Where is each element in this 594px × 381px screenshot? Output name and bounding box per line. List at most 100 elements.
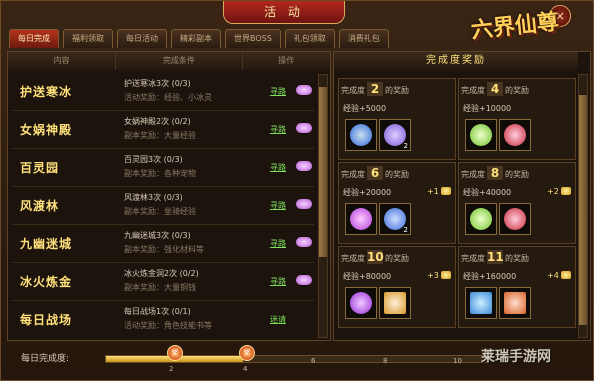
cloud-icon[interactable]: [296, 199, 312, 209]
header-action: 操作: [278, 56, 295, 65]
reward-card: 完成度 8 的奖励 经验+40000 +2: [458, 162, 576, 244]
reward-exp: 经验+10000: [463, 104, 512, 113]
reward-card-header: 完成度 6 的奖励: [341, 166, 453, 182]
tab-world-boss[interactable]: 世界BOSS: [225, 29, 281, 48]
progress-tick: 10: [453, 357, 462, 365]
red-potion-icon: [504, 124, 526, 146]
cloud-icon[interactable]: [296, 161, 312, 171]
tab-bar: 每日完成 福利领取 每日活动 精彩副本 世界BOSS 礼包领取 消费礼包: [9, 29, 389, 49]
reward-card-header: 完成度 10的奖励: [341, 250, 453, 266]
task-row: 冰火炼金 冰火炼金洞2次 (0/2) 副本奖励：大量铜钱 寻路: [12, 264, 314, 301]
task-row: 百灵园 百灵园3次 (0/3) 副本奖励：各种宠物 寻路: [12, 150, 314, 187]
reward-exp: 经验+5000: [343, 104, 387, 113]
task-condition: 每日战场1次 (0/1): [124, 307, 191, 316]
task-table-header: 内容 完成条件 操作: [8, 52, 330, 70]
reward-item-slot[interactable]: [465, 203, 497, 235]
task-reward: 副本奖励：强化材料等: [124, 245, 204, 254]
reward-card-header: 完成度 11的奖励: [461, 250, 573, 266]
reward-level: 8: [487, 166, 503, 180]
tab-daily-activity[interactable]: 每日活动: [117, 29, 167, 48]
pathfind-link[interactable]: 寻路: [270, 162, 286, 173]
task-row: 九幽迷城 九幽迷城3次 (0/3) 副本奖励：强化材料等 寻路: [12, 226, 314, 263]
reward-card: 完成度 4 的奖励 经验+10000: [458, 78, 576, 160]
gold-icon: [441, 271, 451, 279]
pathfind-link[interactable]: 寻路: [270, 238, 286, 249]
task-row: 女娲神殿 女娲神殿2次 (0/2) 副本奖励：大量经验 寻路: [12, 112, 314, 149]
task-reward: 活动奖励：角色技能书等: [124, 321, 212, 330]
cloud-icon[interactable]: [296, 237, 312, 247]
task-reward: 副本奖励：大量铜钱: [124, 283, 196, 292]
red-potion-icon: [504, 208, 526, 230]
pathfind-link[interactable]: 寻路: [270, 276, 286, 287]
gold-icon: [561, 271, 571, 279]
reward-item-slot[interactable]: [345, 119, 377, 151]
tab-spend-gift[interactable]: 消费礼包: [338, 29, 389, 48]
reward-item-slot[interactable]: [499, 119, 531, 151]
reward-item-slot[interactable]: 2: [379, 119, 411, 151]
reward-level: 10: [367, 250, 384, 264]
task-row: 每日战场 每日战场1次 (0/1) 活动奖励：角色技能书等 迷请: [12, 302, 314, 338]
reward-suffix: 的奖励: [385, 170, 409, 179]
header-content: 内容: [8, 52, 117, 70]
scroll-thumb[interactable]: [579, 95, 587, 325]
reward-card-header: 完成度 8 的奖励: [461, 166, 573, 182]
reward-item-slot[interactable]: [345, 287, 377, 319]
task-name: 每日战场: [20, 313, 73, 327]
pathfind-link[interactable]: 寻路: [270, 200, 286, 211]
task-scrollbar[interactable]: [318, 74, 328, 338]
reward-exp: 经验+40000: [463, 188, 512, 197]
item-count: 2: [403, 142, 408, 150]
reward-card-header: 完成度 2 的奖励: [341, 82, 453, 98]
task-name: 护送寒冰: [20, 85, 73, 99]
reward-badge[interactable]: 奖: [239, 345, 255, 361]
tab-welfare[interactable]: 福利领取: [63, 29, 113, 48]
task-reward: 副本奖励：各种宠物: [124, 169, 196, 178]
cloud-icon[interactable]: [296, 123, 312, 133]
pathfind-link[interactable]: 寻路: [270, 124, 286, 135]
task-condition: 风渡林3次 (0/3): [124, 193, 183, 202]
reward-level: 4: [487, 82, 503, 96]
gold-bonus: +4: [547, 271, 559, 280]
pathfind-link[interactable]: 寻路: [270, 86, 286, 97]
tab-gift-claim[interactable]: 礼包领取: [284, 29, 335, 48]
activity-window: 活 动 × 六界仙尊 每日完成 福利领取 每日活动 精彩副本 世界BOSS 礼包…: [0, 0, 594, 381]
scroll-icon: [384, 292, 406, 314]
task-name: 冰火炼金: [20, 275, 73, 289]
reward-item-slot[interactable]: 2: [379, 203, 411, 235]
daily-progress-label: 每日完成度:: [21, 354, 70, 364]
game-logo: 六界仙尊: [469, 8, 560, 44]
tab-dungeon[interactable]: 精彩副本: [171, 29, 221, 48]
invite-link[interactable]: 迷请: [270, 314, 286, 325]
reward-card: 完成度 6 的奖励 经验+20000 +1 2: [338, 162, 456, 244]
reward-badge[interactable]: 奖: [167, 345, 183, 361]
gold-icon: [441, 187, 451, 195]
task-reward: 副本奖励：坐骑经验: [124, 207, 196, 216]
reward-prefix: 完成度: [461, 254, 485, 263]
tab-daily-complete[interactable]: 每日完成: [9, 29, 59, 48]
reward-exp: 经验+20000: [343, 188, 392, 197]
reward-level: 6: [367, 166, 383, 180]
reward-item-slot[interactable]: [465, 119, 497, 151]
reward-suffix: 的奖励: [505, 170, 529, 179]
reward-level: 11: [487, 250, 504, 264]
cloud-icon[interactable]: [296, 85, 312, 95]
task-condition: 九幽迷城3次 (0/3): [124, 231, 191, 240]
reward-suffix: 的奖励: [505, 254, 529, 263]
reward-scrollbar[interactable]: [578, 74, 588, 338]
reward-item-slot[interactable]: [345, 203, 377, 235]
watermark: 莱瑞手游网: [481, 349, 551, 365]
task-condition: 女娲神殿2次 (0/2): [124, 117, 191, 126]
task-name: 风渡林: [20, 199, 60, 213]
reward-card-header: 完成度 4 的奖励: [461, 82, 573, 98]
reward-prefix: 完成度: [461, 170, 485, 179]
window-title: 活 动: [223, 1, 345, 24]
reward-card: 完成度 10的奖励 经验+80000 +3: [338, 246, 456, 328]
reward-item-slot[interactable]: [465, 287, 497, 319]
daily-progress-bar: [105, 355, 487, 363]
reward-item-slot[interactable]: [499, 287, 531, 319]
reward-item-slot[interactable]: [499, 203, 531, 235]
cloud-icon[interactable]: [296, 275, 312, 285]
reward-item-slot[interactable]: [379, 287, 411, 319]
scroll-thumb[interactable]: [319, 87, 327, 257]
gold-bonus: +1: [427, 187, 439, 196]
